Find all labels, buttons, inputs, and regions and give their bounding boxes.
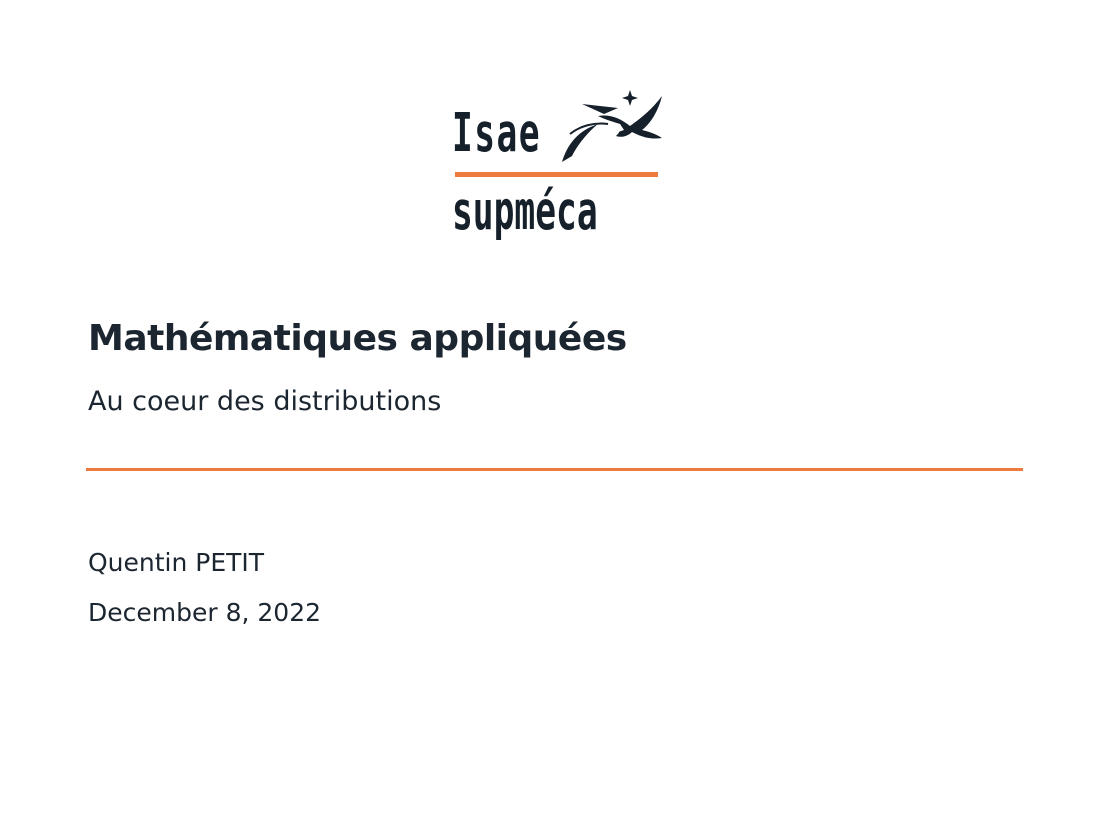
logo-divider	[455, 172, 658, 177]
bird-icon	[562, 90, 662, 162]
author-name: Quentin PETIT	[88, 548, 265, 577]
logo-wordmark-top: Isae	[452, 101, 541, 165]
slide-subtitle: Au coeur des distributions	[88, 386, 442, 417]
title-divider	[86, 468, 1023, 471]
institution-logo: Isae supméca	[452, 86, 664, 246]
presentation-date: December 8, 2022	[88, 598, 322, 627]
slide-title: Mathématiques appliquées	[88, 318, 627, 359]
logo-wordmark-bottom: supméca	[452, 179, 598, 243]
